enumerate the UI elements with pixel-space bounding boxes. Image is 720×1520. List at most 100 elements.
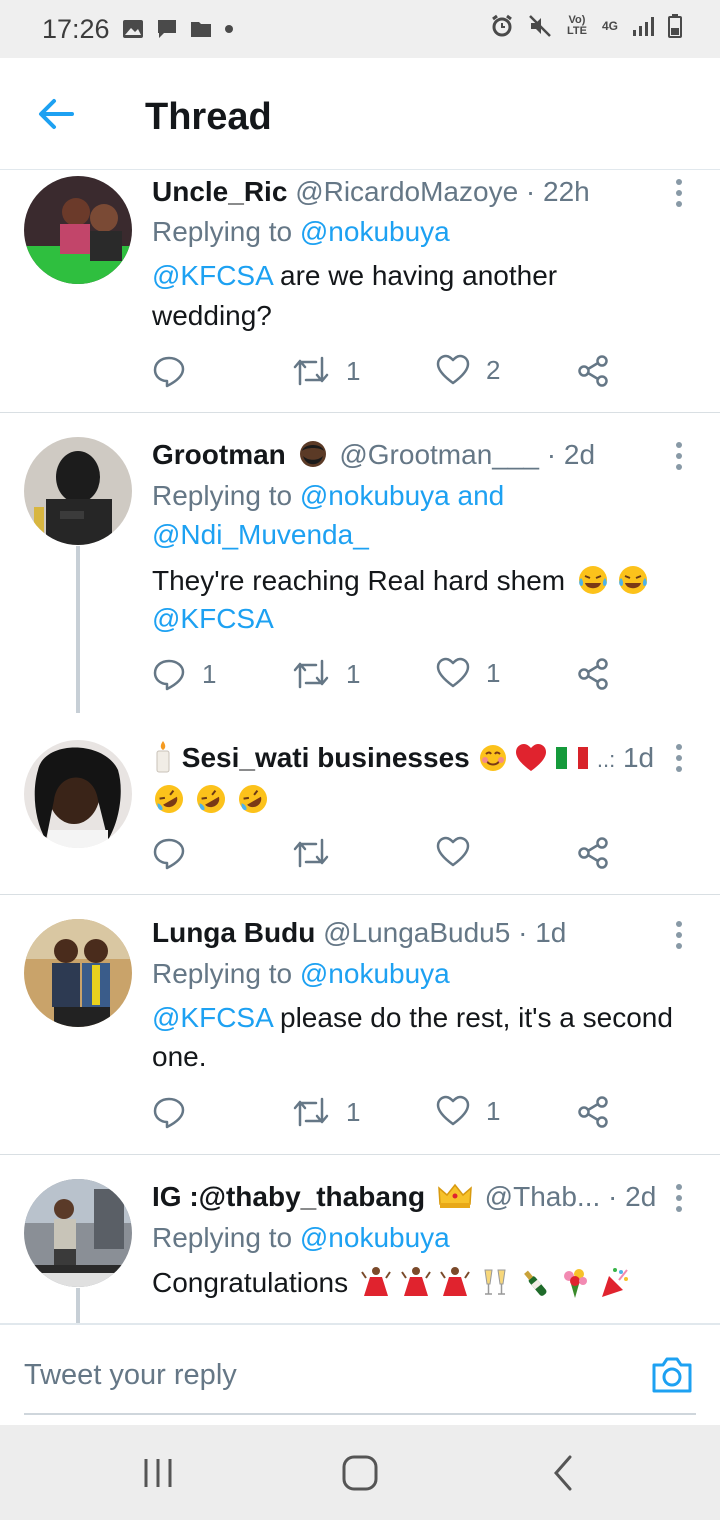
mention-link[interactable]: @KFCSA — [152, 603, 274, 635]
author-handle[interactable]: @RicardoMazoye — [295, 176, 518, 207]
avatar[interactable] — [24, 437, 132, 545]
mention-link[interactable]: @Ndi_Muvenda_ — [152, 519, 369, 550]
tweet-time: · 2d — [546, 439, 596, 470]
replying-to: Replying to @nokubuya — [152, 958, 450, 989]
clinking-glasses-emoji-icon — [484, 1269, 506, 1295]
folder-icon — [191, 22, 211, 37]
author-name[interactable]: Lunga Budu — [152, 917, 315, 948]
reply-icon — [153, 838, 185, 870]
tweet-text — [152, 781, 270, 816]
thread-connector — [76, 1288, 80, 1323]
author-handle[interactable]: @Grootman___ — [339, 439, 539, 470]
retweet-count: 1 — [346, 658, 361, 689]
system-back-icon[interactable] — [544, 1453, 584, 1493]
rofl-emoji-icon — [238, 784, 267, 813]
tweet[interactable]: Uncle_Ric @RicardoMazoye · 22h Replying … — [0, 170, 720, 412]
mention-link[interactable]: @nokubuya — [300, 216, 450, 247]
mention-link[interactable]: @nokubuya — [300, 1222, 450, 1253]
tweet-actions: 1 1 1 — [152, 657, 622, 697]
page-title: Thread — [145, 96, 272, 138]
reply-icon — [153, 1097, 185, 1129]
like-button[interactable]: 1 — [436, 1095, 500, 1127]
share-button[interactable] — [576, 1095, 610, 1129]
home-icon[interactable] — [340, 1453, 380, 1493]
mention-link[interactable]: @KFCSA — [152, 1002, 272, 1033]
man-beard-emoji-icon — [299, 441, 326, 467]
reply-button[interactable]: 1 — [152, 657, 216, 691]
alarm-icon — [492, 14, 512, 37]
avatar[interactable] — [24, 1179, 132, 1287]
system-nav-bar — [0, 1425, 720, 1520]
retweet-button[interactable]: 1 — [292, 1095, 360, 1129]
retweet-icon — [293, 838, 329, 868]
reply-button[interactable] — [152, 1095, 202, 1129]
reply-input[interactable]: Tweet your reply — [24, 1359, 237, 1392]
like-button[interactable] — [436, 836, 486, 868]
author-name[interactable]: Sesi_wati businesses — [182, 742, 470, 773]
avatar[interactable] — [24, 740, 132, 848]
mention-link[interactable]: @KFCSA — [152, 260, 272, 291]
author-handle[interactable]: @Thab... — [485, 1181, 601, 1212]
share-button[interactable] — [576, 836, 610, 870]
back-arrow-icon[interactable] — [36, 94, 76, 134]
share-icon — [578, 658, 608, 690]
share-icon — [578, 1096, 608, 1128]
replying-to-line2: @Ndi_Muvenda_ — [152, 519, 369, 551]
author-name[interactable]: IG :@thaby_thabang — [152, 1181, 425, 1212]
retweet-button[interactable]: 1 — [292, 657, 360, 691]
retweet-icon — [293, 1097, 329, 1127]
tweet[interactable]: Sesi_wati businesses ..: 1d — [0, 713, 720, 894]
mention-link[interactable]: @nokubuya and — [300, 480, 504, 511]
heart-icon — [436, 354, 470, 385]
author-name[interactable]: Grootman — [152, 439, 286, 470]
reply-button[interactable] — [152, 354, 202, 388]
author-handle[interactable]: @LungaBudu5 — [323, 917, 510, 948]
share-button[interactable] — [576, 657, 610, 691]
retweet-icon — [293, 356, 329, 386]
crown-emoji-icon — [438, 1183, 472, 1208]
party-popper-emoji-icon — [601, 1268, 628, 1297]
reply-button[interactable] — [152, 836, 202, 870]
more-options-icon[interactable] — [672, 1184, 686, 1214]
tweet-time: · 22h — [525, 176, 590, 207]
avatar[interactable] — [24, 919, 132, 1027]
more-options-icon[interactable] — [672, 442, 686, 472]
more-options-icon[interactable] — [672, 179, 686, 209]
tweet-time: · 1d — [518, 917, 567, 948]
tweet-actions: 1 1 — [152, 1095, 622, 1135]
share-button[interactable] — [576, 354, 610, 388]
retweet-count: 1 — [346, 1096, 361, 1127]
gallery-icon — [123, 20, 143, 38]
tweet-text: @KFCSA please do the rest, it's a second — [152, 1002, 673, 1033]
like-button[interactable]: 1 — [436, 657, 500, 689]
retweet-button[interactable]: 1 — [292, 354, 360, 388]
app-header: Thread — [0, 58, 720, 170]
heart-icon — [436, 836, 470, 867]
camera-icon[interactable] — [650, 1355, 694, 1395]
reply-composer: Tweet your reply — [0, 1323, 720, 1425]
tweet-time: · 2d — [608, 1181, 657, 1212]
share-icon — [578, 837, 608, 869]
tweet[interactable]: IG :@thaby_thabang @Thab... · 2d Replyin… — [0, 1155, 720, 1323]
more-options-icon[interactable] — [672, 744, 686, 774]
status-bar: 17:26 Vo) LTE 4G — [0, 0, 720, 58]
like-button[interactable]: 2 — [436, 354, 500, 386]
reply-count: 1 — [202, 658, 217, 689]
retweet-icon — [293, 659, 329, 689]
more-options-icon[interactable] — [672, 921, 686, 951]
tears-of-joy-emoji-icon — [618, 566, 647, 594]
bouquet-emoji-icon — [563, 1269, 587, 1298]
heart-icon — [436, 1095, 470, 1126]
reply-icon — [153, 356, 185, 388]
recent-apps-icon[interactable] — [138, 1453, 178, 1493]
mention-link[interactable]: @nokubuya — [300, 958, 450, 989]
replying-to: Replying to @nokubuya — [152, 1222, 450, 1253]
tweet[interactable]: Lunga Budu @LungaBudu5 · 1d Replying to … — [0, 895, 720, 1154]
mute-icon — [529, 15, 551, 37]
dancer-emoji-icon — [361, 1267, 391, 1296]
author-name[interactable]: Uncle_Ric — [152, 176, 287, 207]
avatar[interactable] — [24, 176, 132, 284]
retweet-button[interactable] — [292, 836, 346, 870]
status-time: 17:26 — [42, 14, 110, 44]
tweet[interactable]: Grootman @Grootman___ · 2d Replying to @… — [0, 413, 720, 736]
